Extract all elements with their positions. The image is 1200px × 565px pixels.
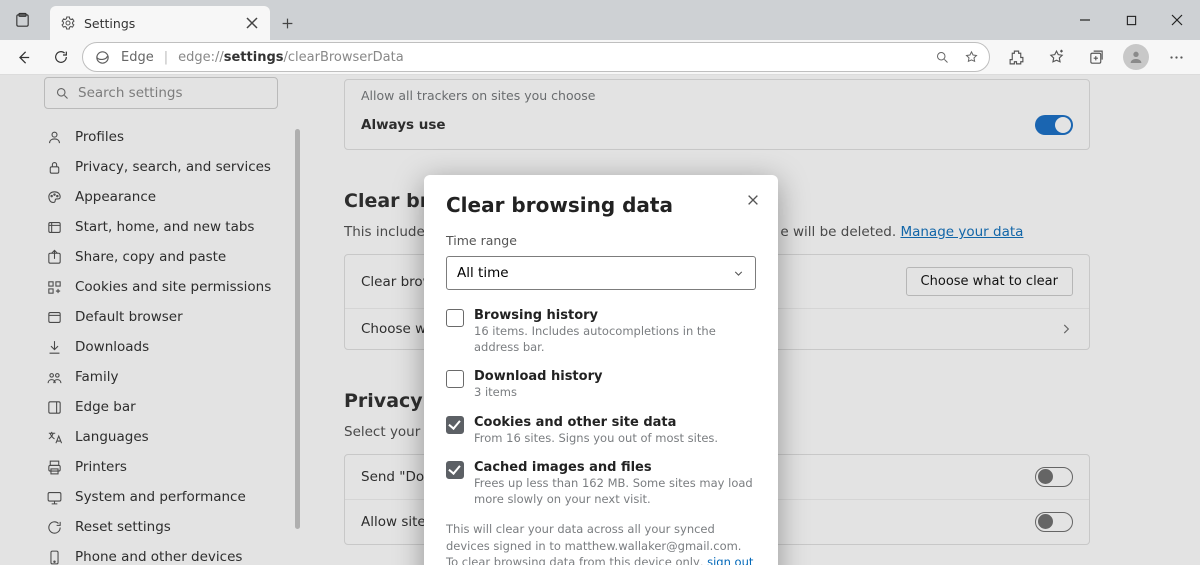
minimize-button[interactable]	[1062, 0, 1108, 40]
time-range-value: All time	[457, 265, 509, 281]
address-path: edge://settings/clearBrowserData	[178, 50, 404, 65]
option-sub: 3 items	[474, 385, 602, 401]
tab-title: Settings	[84, 16, 236, 31]
option-sub: From 16 sites. Signs you out of most sit…	[474, 431, 718, 447]
dialog-title: Clear browsing data	[446, 193, 756, 217]
option-sub: Frees up less than 162 MB. Some sites ma…	[474, 476, 756, 507]
more-button[interactable]	[1158, 40, 1194, 74]
zoom-icon[interactable]	[935, 50, 950, 65]
dialog-close-button[interactable]	[740, 187, 766, 213]
avatar-icon	[1123, 44, 1149, 70]
clear-option-2[interactable]: Cookies and other site dataFrom 16 sites…	[446, 415, 756, 447]
checkbox[interactable]	[446, 416, 464, 434]
time-range-label: Time range	[446, 233, 756, 248]
refresh-button[interactable]	[44, 40, 78, 74]
address-bar[interactable]: Edge | edge://settings/clearBrowserData	[82, 42, 990, 72]
maximize-button[interactable]	[1108, 0, 1154, 40]
new-tab-button[interactable]	[270, 6, 304, 40]
back-button[interactable]	[6, 40, 40, 74]
title-bar: Settings	[0, 0, 1200, 40]
option-title: Download history	[474, 369, 602, 384]
option-title: Cached images and files	[474, 460, 756, 475]
address-scheme-label: Edge	[121, 50, 154, 65]
clear-option-1[interactable]: Download history3 items	[446, 369, 756, 401]
favorite-icon[interactable]	[964, 50, 979, 65]
tab-actions-button[interactable]	[0, 0, 44, 40]
checkbox[interactable]	[446, 461, 464, 479]
clear-browsing-data-dialog: Clear browsing data Time range All time …	[424, 175, 778, 565]
browser-tab[interactable]: Settings	[50, 6, 270, 40]
tab-close-button[interactable]	[244, 15, 260, 31]
clear-option-0[interactable]: Browsing history16 items. Includes autoc…	[446, 308, 756, 355]
option-sub: 16 items. Includes autocompletions in th…	[474, 324, 756, 355]
close-window-button[interactable]	[1154, 0, 1200, 40]
option-title: Browsing history	[474, 308, 756, 323]
collections-button[interactable]	[1078, 40, 1114, 74]
extensions-button[interactable]	[998, 40, 1034, 74]
chevron-down-icon	[732, 267, 745, 280]
gear-icon	[60, 15, 76, 31]
clear-option-3[interactable]: Cached images and filesFrees up less tha…	[446, 460, 756, 507]
favorites-button[interactable]	[1038, 40, 1074, 74]
edge-logo-icon	[93, 48, 111, 66]
toolbar: Edge | edge://settings/clearBrowserData	[0, 40, 1200, 75]
profile-button[interactable]	[1118, 40, 1154, 74]
sync-note: This will clear your data across all you…	[446, 521, 756, 565]
checkbox[interactable]	[446, 309, 464, 327]
time-range-select[interactable]: All time	[446, 256, 756, 290]
checkbox[interactable]	[446, 370, 464, 388]
option-title: Cookies and other site data	[474, 415, 718, 430]
